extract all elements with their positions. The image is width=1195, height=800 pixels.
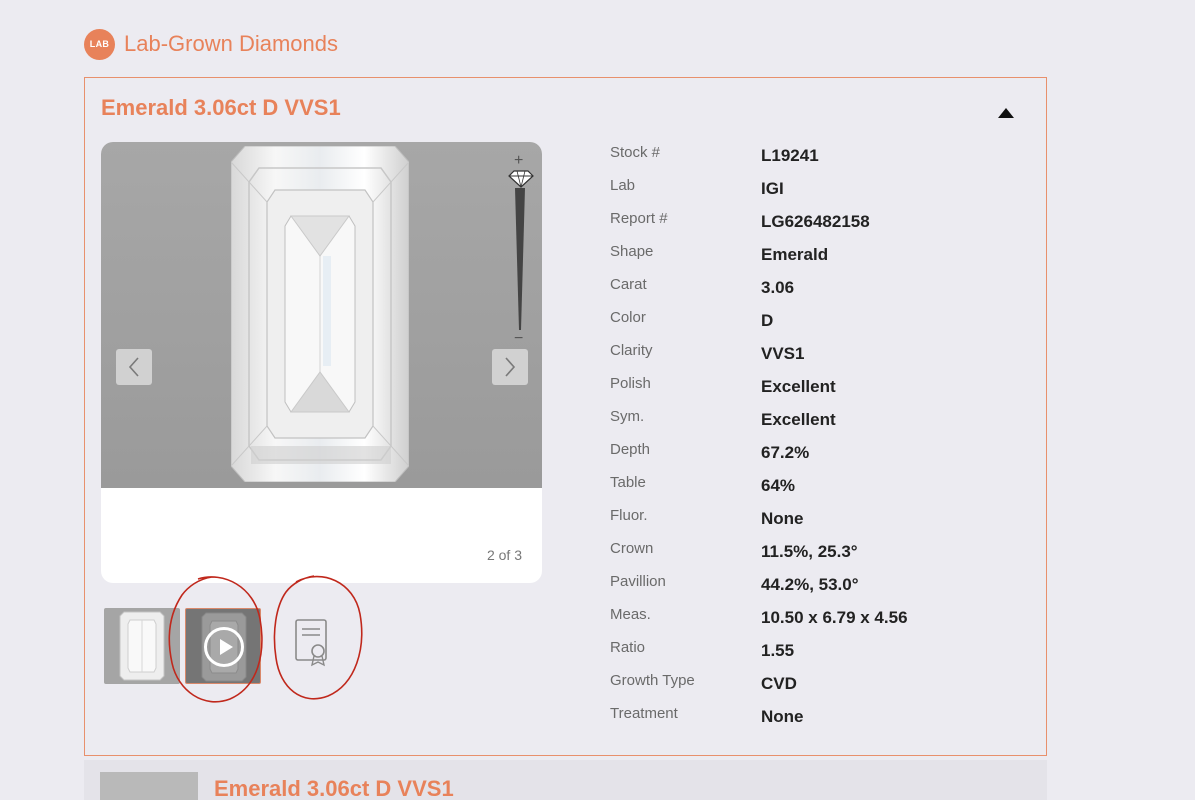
diamond-icon xyxy=(508,170,534,188)
spec-row: Sym. Excellent xyxy=(610,408,1010,441)
spec-value: 64% xyxy=(761,476,796,495)
spec-label: Clarity xyxy=(610,342,653,359)
spec-row: Treatment None xyxy=(610,705,1010,738)
zoom-slider[interactable] xyxy=(514,188,526,330)
spec-row: Stock # L19241 xyxy=(610,144,1010,177)
spec-value: Emerald xyxy=(761,245,829,264)
media-counter: 2 of 3 xyxy=(486,547,522,563)
zoom-in-button[interactable]: + xyxy=(514,152,523,170)
spec-label: Shape xyxy=(610,243,654,260)
spec-row: Meas. 10.50 x 6.79 x 4.56 xyxy=(610,606,1010,639)
spec-value: LG626482158 xyxy=(761,212,870,231)
spec-value: 3.06 xyxy=(761,278,795,297)
spec-value: 11.5%, 25.3° xyxy=(761,542,858,561)
play-icon xyxy=(204,627,244,667)
zoom-out-button[interactable]: − xyxy=(514,330,523,348)
spec-value: D xyxy=(761,311,774,330)
spec-label: Crown xyxy=(610,540,654,557)
spec-value: L19241 xyxy=(761,146,819,165)
spec-row: Shape Emerald xyxy=(610,243,1010,276)
spec-value: None xyxy=(761,707,804,726)
spec-value: Excellent xyxy=(761,377,836,396)
spec-row: Carat 3.06 xyxy=(610,276,1010,309)
spec-label: Depth xyxy=(610,441,651,458)
spec-value: 67.2% xyxy=(761,443,810,462)
spec-value: None xyxy=(761,509,804,528)
spec-label: Stock # xyxy=(610,144,661,161)
spec-row: Report # LG626482158 xyxy=(610,210,1010,243)
spec-label: Fluor. xyxy=(610,507,648,524)
spec-row: Color D xyxy=(610,309,1010,342)
next-diamond-card[interactable]: Emerald 3.06ct D VVS1 xyxy=(84,760,1047,800)
spec-row: Polish Excellent xyxy=(610,375,1010,408)
spec-label: Treatment xyxy=(610,705,678,722)
spec-row: Lab IGI xyxy=(610,177,1010,210)
thumb-certificate[interactable] xyxy=(274,608,350,684)
spec-row: Growth Type CVD xyxy=(610,672,1010,705)
spec-value: 1.55 xyxy=(761,641,795,660)
collapse-toggle-icon[interactable] xyxy=(998,108,1014,120)
spec-label: Ratio xyxy=(610,639,646,656)
spec-value: IGI xyxy=(761,179,784,198)
spec-value: CVD xyxy=(761,674,797,693)
media-viewer: + − 2 of 3 xyxy=(101,142,542,583)
spec-row: Fluor. None xyxy=(610,507,1010,540)
spec-value: 44.2%, 53.0° xyxy=(761,575,859,594)
spec-row: Ratio 1.55 xyxy=(610,639,1010,672)
brand-header: LAB Lab-Grown Diamonds xyxy=(84,28,338,60)
spec-row: Crown 11.5%, 25.3° xyxy=(610,540,1010,573)
diamond-title: Emerald 3.06ct D VVS1 xyxy=(101,95,341,120)
lab-logo-text: LAB xyxy=(89,39,110,49)
spec-label: Pavillion xyxy=(610,573,666,590)
next-diamond-thumbnail xyxy=(100,772,198,800)
spec-label: Sym. xyxy=(610,408,645,425)
spec-label: Lab xyxy=(610,177,636,194)
spec-row: Pavillion 44.2%, 53.0° xyxy=(610,573,1010,606)
thumb-video[interactable] xyxy=(185,608,261,684)
diamond-video-frame[interactable]: + − xyxy=(101,142,542,488)
spec-label: Meas. xyxy=(610,606,651,623)
next-media-button[interactable] xyxy=(492,349,528,385)
spec-value: Excellent xyxy=(761,410,836,429)
emerald-diamond-thumbnail xyxy=(119,611,165,681)
diamond-card: Emerald 3.06ct D VVS1 + − 2 of 3 Stock #… xyxy=(84,77,1047,756)
spec-label: Growth Type xyxy=(610,672,695,689)
spec-label: Table xyxy=(610,474,646,491)
chevron-left-icon xyxy=(128,357,139,377)
thumb-image[interactable] xyxy=(104,608,180,684)
spec-row: Depth 67.2% xyxy=(610,441,1010,474)
spec-label: Carat xyxy=(610,276,647,293)
lab-logo-icon: LAB xyxy=(84,28,115,60)
previous-media-button[interactable] xyxy=(116,349,152,385)
spec-label: Color xyxy=(610,309,646,326)
chevron-right-icon xyxy=(505,357,516,377)
spec-value: 10.50 x 6.79 x 4.56 xyxy=(761,608,908,627)
spec-table: Stock # L19241 Lab IGI Report # LG626482158 Sh… xyxy=(610,144,1010,738)
spec-label: Report # xyxy=(610,210,668,227)
certificate-icon xyxy=(295,619,327,667)
spec-row: Clarity VVS1 xyxy=(610,342,1010,375)
spec-row: Table 64% xyxy=(610,474,1010,507)
next-diamond-title: Emerald 3.06ct D VVS1 xyxy=(214,776,454,800)
spec-label: Polish xyxy=(610,375,651,392)
emerald-diamond-image xyxy=(231,146,409,482)
spec-value: VVS1 xyxy=(761,344,805,363)
page-title: Lab-Grown Diamonds xyxy=(124,31,338,56)
